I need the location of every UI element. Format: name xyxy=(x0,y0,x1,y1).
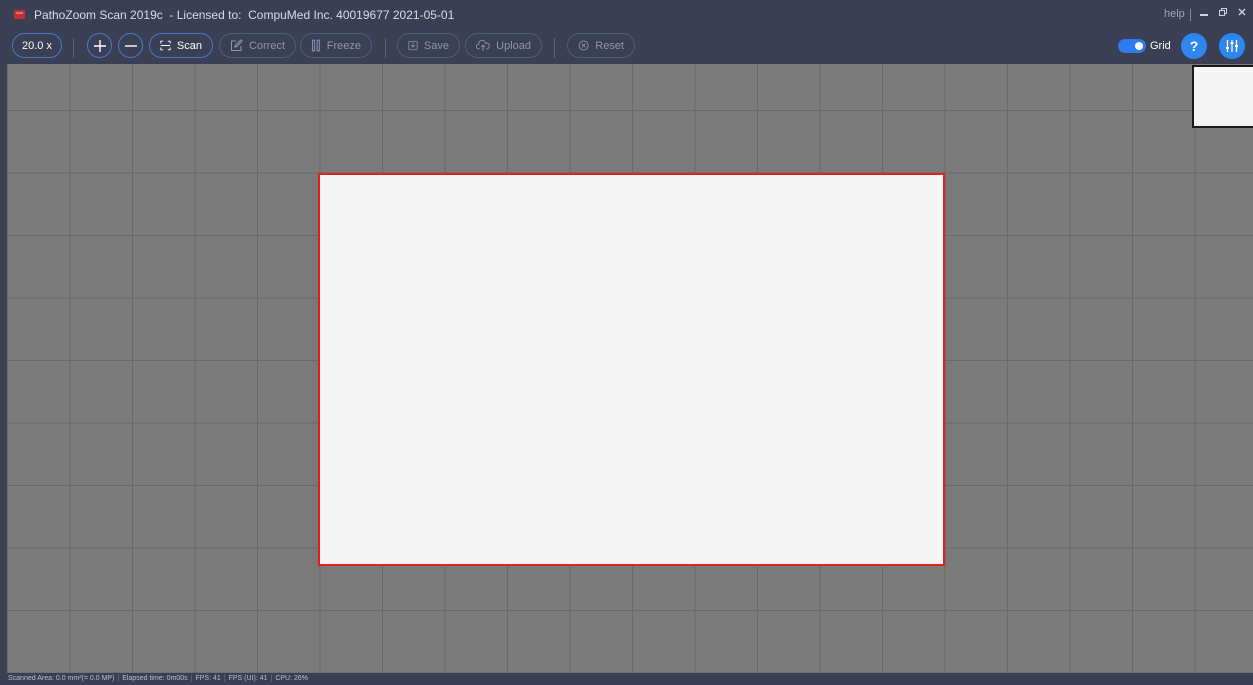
divider xyxy=(385,38,386,58)
close-icon[interactable] xyxy=(1234,6,1250,21)
zoom-level-value: 20.0 x xyxy=(22,39,52,52)
status-bar: Scanned Area: 0.0 mm²(= 0.0 MP) | Elapsed … xyxy=(0,673,1253,685)
minimize-icon[interactable] xyxy=(1196,6,1212,21)
pause-icon xyxy=(311,39,320,52)
upload-button[interactable]: Upload xyxy=(465,33,542,58)
window-title: PathoZoom Scan 2019c - Licensed to: Comp… xyxy=(34,8,455,22)
settings-button[interactable] xyxy=(1219,33,1245,59)
scan-label: Scan xyxy=(176,39,202,52)
restore-icon[interactable] xyxy=(1215,6,1231,21)
zoom-level-button[interactable]: 20.0 x xyxy=(12,33,62,58)
upload-label: Upload xyxy=(496,39,531,52)
cpu-status: CPU: 26% xyxy=(275,675,308,682)
toggle-knob xyxy=(1135,42,1143,50)
help-button[interactable]: ? xyxy=(1181,33,1207,59)
save-icon xyxy=(408,40,418,51)
zoom-in-button[interactable] xyxy=(87,33,112,58)
question-icon: ? xyxy=(1189,38,1199,54)
zoom-out-icon xyxy=(124,44,137,47)
reset-button[interactable]: Reset xyxy=(567,33,635,58)
reset-icon xyxy=(578,40,589,51)
edit-icon xyxy=(230,39,243,51)
window-frame xyxy=(0,0,7,685)
grid-label: Grid xyxy=(1150,40,1171,52)
grid-toggle[interactable] xyxy=(1118,39,1146,53)
freeze-label: Freeze xyxy=(326,39,361,52)
scan-region[interactable] xyxy=(318,173,945,566)
save-button[interactable]: Save xyxy=(397,33,460,58)
help-link[interactable]: help xyxy=(1164,8,1185,20)
scan-icon xyxy=(160,40,171,51)
title-bar: PathoZoom Scan 2019c - Licensed to: Comp… xyxy=(0,0,1253,30)
minimap[interactable] xyxy=(1192,65,1253,128)
scanned-area-status: Scanned Area: 0.0 mm²(= 0.0 MP) xyxy=(8,675,115,682)
fps-ui-status: FPS (UI): 41 xyxy=(228,675,268,682)
correct-button[interactable]: Correct xyxy=(219,33,296,58)
sliders-icon xyxy=(1226,40,1238,52)
correct-label: Correct xyxy=(248,39,285,52)
divider xyxy=(73,38,74,58)
divider xyxy=(1190,9,1191,21)
cloud-upload-icon xyxy=(476,39,490,51)
divider xyxy=(554,38,555,58)
scan-button[interactable]: Scan xyxy=(149,33,213,58)
toolbar: 20.0 x Scan Correct Freeze Save Upload R… xyxy=(0,30,1253,64)
reset-label: Reset xyxy=(595,39,624,52)
save-label: Save xyxy=(423,39,449,52)
fps-status: FPS: 41 xyxy=(195,675,221,682)
app-logo-icon xyxy=(14,10,25,19)
zoom-in-icon xyxy=(93,39,106,52)
elapsed-time-status: Elapsed time: 0m00s xyxy=(122,675,188,682)
zoom-out-button[interactable] xyxy=(118,33,143,58)
freeze-button[interactable]: Freeze xyxy=(300,33,372,58)
